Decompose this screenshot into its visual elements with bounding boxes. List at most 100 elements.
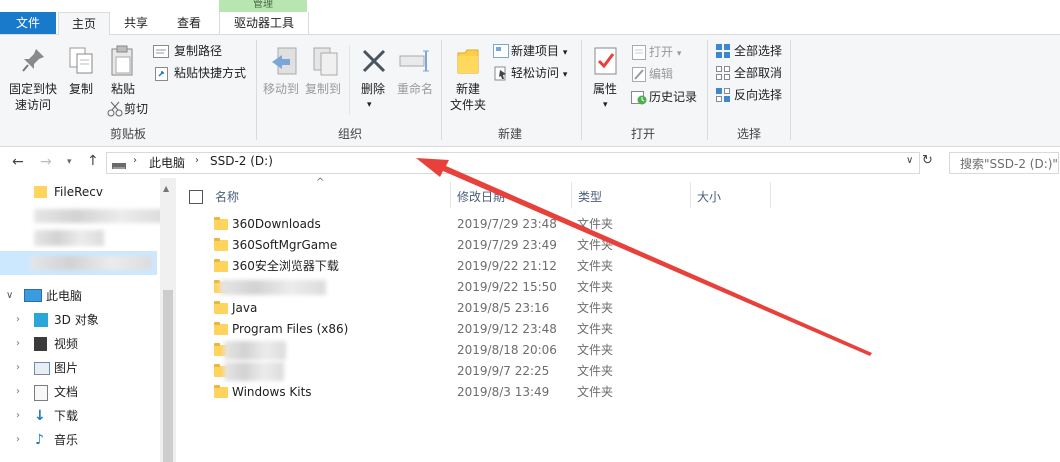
rename-button[interactable]: 重命名 [394,81,436,97]
expand-arrow-icon[interactable]: › [16,357,20,379]
column-header-type[interactable]: 类型 [578,186,602,208]
file-row[interactable]: Program Files (x86) 2019/9/12 23:48 文件夹 [210,319,770,340]
open-button[interactable]: 打开 ▾ [649,44,681,62]
redacted-nav-item [34,209,164,223]
film-icon [34,337,47,351]
redacted-file-name [224,341,286,360]
file-row[interactable]: 2019/9/22 15:50 文件夹 [210,277,770,298]
breadcrumb-separator-icon[interactable]: › [133,155,137,166]
column-header-modified[interactable]: 修改日期 [457,186,505,208]
address-history-chevron-icon[interactable]: ∨ [906,155,913,166]
file-date: 2019/9/7 22:25 [457,364,550,378]
expand-arrow-icon[interactable]: › [16,405,20,427]
delete-dropdown-chevron-icon[interactable]: ▾ [367,97,372,113]
breadcrumb-separator-icon[interactable]: › [195,155,199,166]
easy-access-chevron-icon: ▾ [562,70,568,80]
scroll-up-arrow-icon[interactable]: ▲ [163,184,169,193]
file-type: 文件夹 [577,280,614,294]
folder-icon [214,259,228,272]
ribbon-divider [256,40,257,140]
column-divider[interactable] [571,182,572,208]
copy-button[interactable]: 复制 [64,81,98,97]
select-none-button[interactable]: 全部取消 [734,65,782,81]
file-row[interactable]: Windows Kits 2019/8/3 13:49 文件夹 [210,382,770,403]
select-all-button[interactable]: 全部选择 [734,43,782,59]
column-header-name[interactable]: 名称 [215,186,239,208]
file-type: 文件夹 [577,259,614,273]
new-item-icon [493,44,509,61]
cut-button[interactable]: 剪切 [124,101,148,117]
tab-file[interactable]: 文件 [0,12,56,34]
new-folder-button[interactable]: 新建 文件夹 [447,81,489,113]
new-item-button[interactable]: 新建项目 ▾ [511,43,567,61]
search-input[interactable]: 搜索"SSD-2 (D:)" [949,152,1059,174]
edit-icon [632,67,646,85]
new-folder-icon [456,47,480,78]
select-all-checkbox[interactable] [189,190,203,204]
tab-drive-tools[interactable]: 驱动器工具 [219,12,309,34]
forward-arrow-icon[interactable]: → [40,154,52,170]
computer-icon [24,289,42,302]
open-chevron-icon: ▾ [676,49,682,59]
file-row[interactable]: 2019/9/7 22:25 文件夹 [210,361,770,382]
expand-arrow-icon[interactable]: › [16,309,20,331]
file-date: 2019/8/5 23:16 [457,301,550,315]
column-divider[interactable] [690,182,691,208]
history-icon [631,89,647,108]
file-row[interactable]: 2019/8/18 20:06 文件夹 [210,340,770,361]
copy-to-button[interactable]: 复制到 [302,81,344,97]
up-arrow-icon[interactable]: ↑ [87,153,99,169]
column-divider[interactable] [770,182,771,208]
pin-quick-access-button[interactable]: 固定到快 速访问 [2,81,64,113]
copy-path-icon [153,45,169,61]
expand-arrow-icon[interactable]: › [16,381,20,403]
nav-scrollbar-thumb[interactable] [163,290,173,462]
properties-button[interactable]: 属性 [587,81,623,97]
back-arrow-icon[interactable]: ← [12,154,24,170]
delete-button[interactable]: 删除 [356,81,390,97]
refresh-icon[interactable]: ↻ [922,153,933,168]
file-type: 文件夹 [577,238,614,252]
column-divider[interactable] [450,182,451,208]
drive-icon [112,159,126,173]
tab-view[interactable]: 查看 [164,12,214,34]
move-to-icon [270,47,298,80]
search-placeholder: 搜索"SSD-2 (D:)" [960,157,1058,171]
file-row[interactable]: 360Downloads 2019/7/29 23:48 文件夹 [210,214,770,235]
file-row[interactable]: 360SoftMgrGame 2019/7/29 23:49 文件夹 [210,235,770,256]
edit-button[interactable]: 编辑 [649,66,673,82]
copy-path-button[interactable]: 复制路径 [174,43,222,59]
column-header-size[interactable]: 大小 [697,186,721,208]
file-date: 2019/9/12 23:48 [457,322,557,336]
file-type: 文件夹 [577,364,614,378]
paste-shortcut-button[interactable]: 粘贴快捷方式 [174,65,246,81]
nav-item-label: 下载 [54,409,79,423]
file-type: 文件夹 [577,217,614,231]
file-row[interactable]: 360安全浏览器下载 2019/9/22 21:12 文件夹 [210,256,770,277]
recent-locations-chevron-icon[interactable]: ▾ [67,157,72,167]
easy-access-button[interactable]: 轻松访问 ▾ [511,65,567,83]
expand-chevron-icon[interactable]: ∨ [6,285,13,307]
properties-chevron-icon[interactable]: ▾ [603,97,608,113]
copy-icon [68,46,94,79]
invert-selection-button[interactable]: 反向选择 [734,87,782,103]
file-row[interactable]: Java 2019/8/5 23:16 文件夹 [210,298,770,319]
new-item-chevron-icon: ▾ [562,48,568,58]
breadcrumb-drive[interactable]: SSD-2 (D:) [210,154,273,168]
paste-icon [110,45,136,80]
file-name: Java [232,301,258,315]
file-date: 2019/9/22 15:50 [457,280,557,294]
new-folder-label-2: 文件夹 [449,98,486,112]
folder-icon [214,301,228,314]
breadcrumb-this-pc[interactable]: 此电脑 [149,154,185,171]
move-to-button[interactable]: 移动到 [260,81,302,97]
paste-button[interactable]: 粘贴 [106,81,140,97]
expand-arrow-icon[interactable]: › [16,429,20,451]
history-button[interactable]: 历史记录 [649,89,697,105]
group-label-new: 新建 [497,127,522,141]
folder-icon [214,322,228,335]
nav-item-label: 音乐 [54,433,79,447]
tab-home[interactable]: 主页 [58,12,110,36]
expand-arrow-icon[interactable]: › [16,333,20,355]
tab-share[interactable]: 共享 [112,12,160,34]
